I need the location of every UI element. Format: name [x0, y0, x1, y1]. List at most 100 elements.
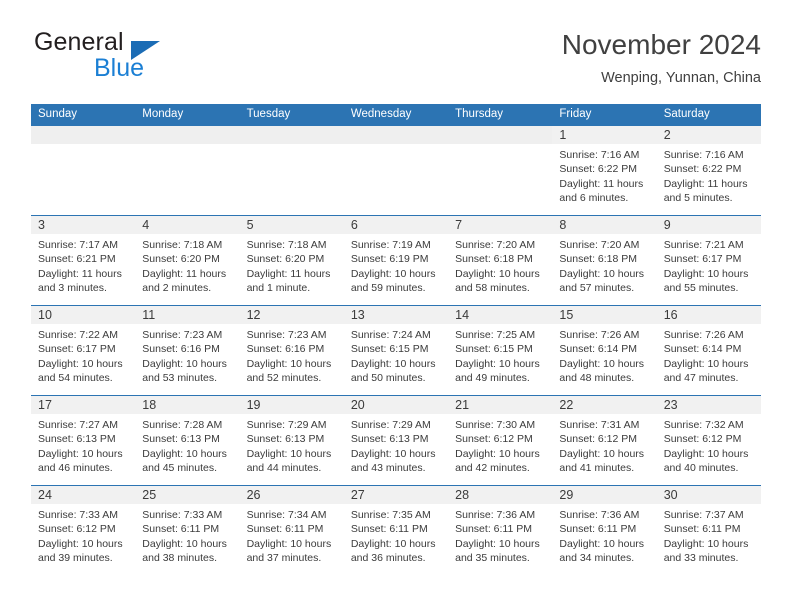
calendar-day-cell[interactable]: 13 Sunrise: 7:24 AM Sunset: 6:15 PM Dayligh… [343, 305, 449, 395]
day-number-band: 17 [31, 396, 136, 414]
day-details: Sunrise: 7:17 AM Sunset: 6:21 PM Daylight:… [31, 234, 135, 296]
calendar-day-cell[interactable]: 4 Sunrise: 7:18 AM Sunset: 6:20 PM Daylight… [135, 215, 240, 305]
day-number: 7 [455, 218, 463, 232]
day-number-band: 19 [239, 396, 344, 414]
day-detail-line: Daylight: 11 hours [246, 267, 331, 280]
day-number-band: 10 [31, 306, 136, 324]
day-number-band: 15 [552, 306, 657, 324]
day-detail-line: Sunset: 6:12 PM [455, 433, 533, 446]
day-detail-line: and 44 minutes. [246, 462, 322, 475]
day-detail-line: and 45 minutes. [142, 462, 217, 475]
day-detail-line: and 55 minutes. [663, 282, 739, 295]
calendar-day-cell[interactable]: 28 Sunrise: 7:36 AM Sunset: 6:11 PM Dayligh… [448, 485, 553, 575]
calendar-page: General Blue November 2024 Wenping, Yunn… [0, 0, 792, 612]
day-detail-line: Sunrise: 7:19 AM [350, 239, 431, 251]
day-detail-line: Sunset: 6:21 PM [38, 253, 116, 266]
calendar-grid: Sunday Monday Tuesday Wednesday Thursday Frid… [31, 104, 761, 575]
day-number: 27 [350, 488, 365, 502]
calendar-day-cell[interactable]: 12 Sunrise: 7:23 AM Sunset: 6:16 PM Dayligh… [239, 305, 344, 395]
calendar-day-cell[interactable]: 18 Sunrise: 7:28 AM Sunset: 6:13 PM Dayligh… [135, 395, 240, 485]
calendar-day-cell[interactable]: 14 Sunrise: 7:25 AM Sunset: 6:15 PM Dayligh… [448, 305, 553, 395]
calendar-day-cell[interactable]: 29 Sunrise: 7:36 AM Sunset: 6:11 PM Dayligh… [552, 485, 657, 575]
day-number-band: 2 [656, 126, 761, 144]
day-detail-line: Daylight: 11 hours [559, 177, 644, 190]
day-details: Sunrise: 7:36 AM Sunset: 6:11 PM Daylight:… [448, 504, 552, 566]
day-detail-line: Daylight: 10 hours [350, 357, 436, 370]
brand-name-blue: Blue [94, 54, 145, 82]
day-number-band: 29 [552, 486, 657, 504]
calendar-week-row: 1 Sunrise: 7:16 AM Sunset: 6:22 PM Daylight… [31, 125, 761, 215]
calendar-day-cell[interactable]: 3 Sunrise: 7:17 AM Sunset: 6:21 PM Daylight… [31, 215, 136, 305]
calendar-day-cell[interactable]: 1 Sunrise: 7:16 AM Sunset: 6:22 PM Daylight… [552, 125, 657, 215]
calendar-day-cell-empty [448, 125, 553, 215]
day-detail-line: Sunrise: 7:20 AM [455, 239, 536, 251]
day-detail-line: and 53 minutes. [142, 372, 217, 385]
day-detail-line: and 59 minutes. [350, 282, 426, 295]
calendar-day-cell[interactable]: 24 Sunrise: 7:33 AM Sunset: 6:12 PM Dayligh… [31, 485, 136, 575]
calendar-day-cell[interactable]: 11 Sunrise: 7:23 AM Sunset: 6:16 PM Dayligh… [135, 305, 240, 395]
day-detail-line: Sunrise: 7:37 AM [663, 509, 744, 521]
day-detail-line: Daylight: 10 hours [559, 447, 645, 460]
day-number: 22 [559, 398, 574, 412]
day-detail-line: Sunrise: 7:26 AM [663, 329, 744, 341]
calendar-day-cell[interactable]: 16 Sunrise: 7:26 AM Sunset: 6:14 PM Dayligh… [656, 305, 761, 395]
calendar-day-cell[interactable]: 25 Sunrise: 7:33 AM Sunset: 6:11 PM Dayligh… [135, 485, 240, 575]
calendar-day-cell[interactable]: 22 Sunrise: 7:31 AM Sunset: 6:12 PM Dayligh… [552, 395, 657, 485]
day-detail-line: Sunset: 6:20 PM [142, 253, 220, 266]
day-details: Sunrise: 7:27 AM Sunset: 6:13 PM Daylight:… [31, 414, 135, 476]
calendar-day-cell[interactable]: 5 Sunrise: 7:18 AM Sunset: 6:20 PM Daylight… [239, 215, 344, 305]
day-details: Sunrise: 7:35 AM Sunset: 6:11 PM Daylight:… [344, 504, 448, 566]
calendar-day-cell[interactable]: 6 Sunrise: 7:19 AM Sunset: 6:19 PM Daylight… [343, 215, 449, 305]
calendar-day-cell[interactable]: 10 Sunrise: 7:22 AM Sunset: 6:17 PM Dayligh… [31, 305, 136, 395]
day-detail-line: Sunset: 6:11 PM [350, 523, 428, 536]
day-detail-line: Sunrise: 7:21 AM [663, 239, 744, 251]
calendar-day-cell[interactable]: 9 Sunrise: 7:21 AM Sunset: 6:17 PM Daylight… [656, 215, 761, 305]
day-number: 16 [663, 308, 678, 322]
day-details: Sunrise: 7:31 AM Sunset: 6:12 PM Daylight:… [552, 414, 656, 476]
day-number-band: 16 [656, 306, 761, 324]
calendar-day-cell[interactable]: 26 Sunrise: 7:34 AM Sunset: 6:11 PM Dayligh… [239, 485, 344, 575]
calendar-day-cell[interactable]: 8 Sunrise: 7:20 AM Sunset: 6:18 PM Daylight… [552, 215, 657, 305]
calendar-day-cell[interactable]: 19 Sunrise: 7:29 AM Sunset: 6:13 PM Dayligh… [239, 395, 344, 485]
day-number: 11 [142, 308, 156, 322]
brand-name-general: General [34, 28, 124, 56]
day-detail-line: Sunrise: 7:32 AM [663, 419, 744, 431]
day-number-band: 4 [135, 216, 240, 234]
calendar-day-cell[interactable]: 7 Sunrise: 7:20 AM Sunset: 6:18 PM Daylight… [448, 215, 553, 305]
calendar-day-cell[interactable]: 27 Sunrise: 7:35 AM Sunset: 6:11 PM Dayligh… [343, 485, 449, 575]
day-detail-line: Sunset: 6:14 PM [663, 343, 742, 356]
day-detail-line: and 6 minutes. [559, 192, 629, 205]
day-number: 18 [142, 398, 157, 412]
day-details [448, 144, 552, 148]
day-detail-line: and 35 minutes. [455, 552, 530, 565]
calendar-day-cell[interactable]: 30 Sunrise: 7:37 AM Sunset: 6:11 PM Dayligh… [656, 485, 761, 575]
day-detail-line: and 43 minutes. [350, 462, 426, 475]
day-number: 30 [663, 488, 678, 502]
calendar-day-cell[interactable]: 2 Sunrise: 7:16 AM Sunset: 6:22 PM Daylight… [656, 125, 761, 215]
day-number: 25 [142, 488, 157, 502]
day-detail-line: Sunrise: 7:35 AM [350, 509, 431, 521]
day-detail-line: Sunrise: 7:23 AM [246, 329, 327, 341]
calendar-day-cell[interactable]: 23 Sunrise: 7:32 AM Sunset: 6:12 PM Dayligh… [656, 395, 761, 485]
day-detail-line: Sunset: 6:15 PM [350, 343, 429, 356]
day-number: 20 [350, 398, 365, 412]
day-details: Sunrise: 7:18 AM Sunset: 6:20 PM Daylight:… [240, 234, 344, 296]
day-number: 4 [142, 218, 150, 232]
weekday-header-tuesday: Tuesday [246, 108, 291, 120]
day-detail-line: Sunrise: 7:36 AM [455, 509, 536, 521]
brand-logo[interactable]: General Blue [31, 28, 331, 88]
day-detail-line: Daylight: 10 hours [663, 447, 749, 460]
day-detail-line: Sunrise: 7:18 AM [142, 239, 223, 251]
day-detail-line: Daylight: 10 hours [663, 357, 749, 370]
day-number: 26 [246, 488, 261, 502]
day-details [31, 144, 135, 148]
calendar-day-cell[interactable]: 17 Sunrise: 7:27 AM Sunset: 6:13 PM Dayligh… [31, 395, 136, 485]
calendar-day-cell[interactable]: 15 Sunrise: 7:26 AM Sunset: 6:14 PM Dayligh… [552, 305, 657, 395]
calendar-day-cell-empty [343, 125, 449, 215]
day-detail-line: Daylight: 10 hours [663, 537, 749, 550]
calendar-day-cell[interactable]: 20 Sunrise: 7:29 AM Sunset: 6:13 PM Dayligh… [343, 395, 449, 485]
calendar-day-cell-empty [31, 125, 136, 215]
weekday-header-wednesday: Wednesday [350, 108, 412, 120]
day-details: Sunrise: 7:32 AM Sunset: 6:12 PM Daylight:… [657, 414, 761, 476]
calendar-day-cell[interactable]: 21 Sunrise: 7:30 AM Sunset: 6:12 PM Dayligh… [448, 395, 553, 485]
